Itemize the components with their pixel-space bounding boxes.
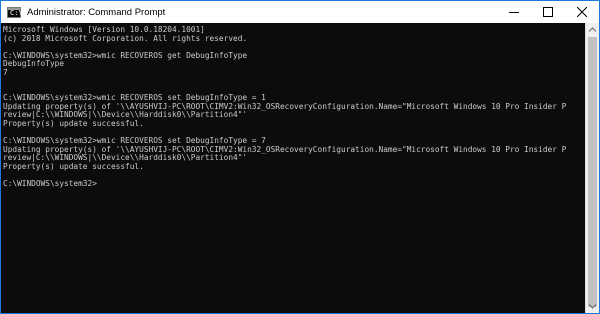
maximize-button[interactable] xyxy=(531,1,565,23)
scroll-up-button[interactable] xyxy=(586,23,599,36)
chevron-up-icon xyxy=(589,27,596,32)
console-line: (c) 2018 Microsoft Corporation. All righ… xyxy=(3,33,248,43)
console-line: Property(s) update successful. xyxy=(3,119,144,129)
close-icon xyxy=(577,7,587,17)
minimize-button[interactable] xyxy=(497,1,531,23)
console-line: C:\WINDOWS\system32> xyxy=(3,178,97,188)
console-line: Property(s) update successful. xyxy=(3,161,144,171)
command-prompt-window: C:\ Administrator: Command Prompt Micros… xyxy=(0,0,600,314)
minimize-icon xyxy=(509,12,519,13)
cmd-icon[interactable]: C:\ xyxy=(7,6,23,18)
close-button[interactable] xyxy=(565,1,599,23)
console-line: 7 xyxy=(3,67,8,77)
console-text: Microsoft Windows [Version 10.0.18204.10… xyxy=(1,23,585,188)
console-line: DebugInfoType xyxy=(3,59,65,69)
scroll-down-button[interactable] xyxy=(586,300,599,313)
cmd-icon-glyph: C:\ xyxy=(10,8,23,17)
maximize-icon xyxy=(543,7,553,17)
console-line: C:\WINDOWS\system32>wmic RECOVEROS get D… xyxy=(3,50,248,60)
chevron-down-icon xyxy=(589,304,596,309)
scrollbar-thumb[interactable] xyxy=(588,37,597,307)
caption-buttons xyxy=(497,1,599,23)
vertical-scrollbar[interactable] xyxy=(585,23,599,313)
window-title: Administrator: Command Prompt xyxy=(27,6,166,18)
console-output[interactable]: Microsoft Windows [Version 10.0.18204.10… xyxy=(1,23,585,313)
title-bar[interactable]: C:\ Administrator: Command Prompt xyxy=(1,1,599,23)
